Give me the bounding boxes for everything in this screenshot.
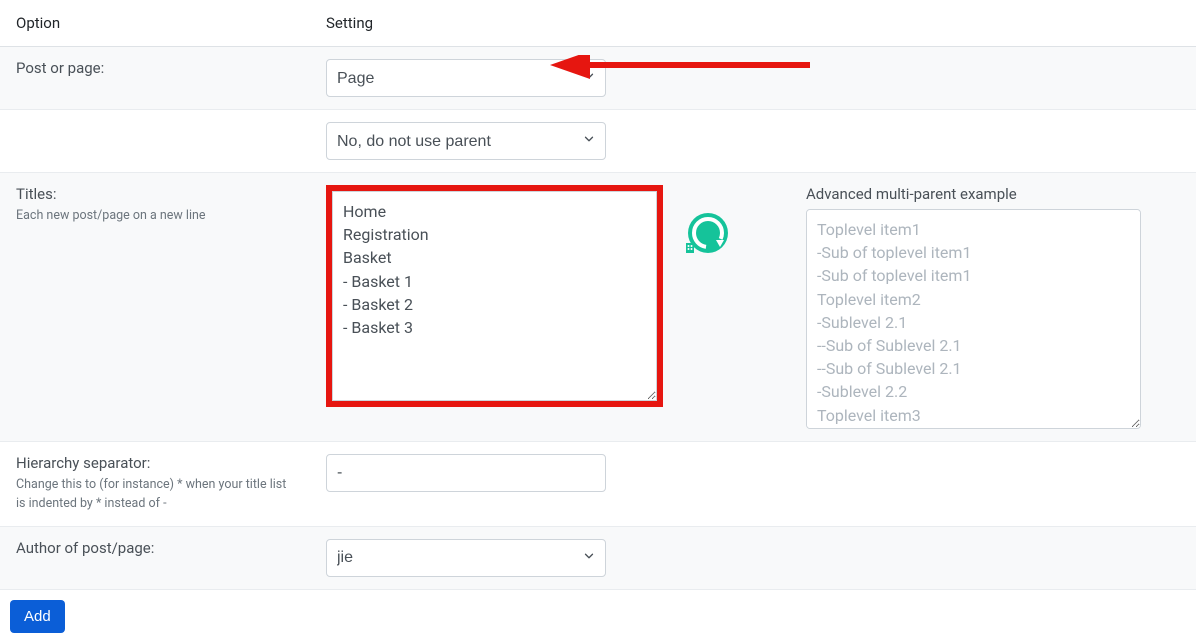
- row-parent-label-cell: [0, 110, 310, 173]
- hierarchy-help: Change this to (for instance) * when you…: [16, 476, 294, 514]
- post-or-page-label: Post or page:: [16, 59, 104, 77]
- hierarchy-input[interactable]: [326, 454, 606, 492]
- header-setting: Setting: [310, 0, 790, 47]
- row-hierarchy-extra: [790, 442, 1196, 527]
- example-textarea[interactable]: Toplevel item1 -Sub of toplevel item1 -S…: [806, 209, 1141, 429]
- author-label: Author of post/page:: [16, 539, 154, 557]
- titles-help: Each new post/page on a new line: [16, 207, 294, 226]
- table-header-row: Option Setting: [0, 0, 1196, 47]
- row-post-or-page-extra: [790, 47, 1196, 110]
- grammarly-icon[interactable]: [684, 211, 729, 256]
- header-spacer: [790, 0, 1196, 47]
- titles-label: Titles:: [16, 185, 56, 203]
- use-parent-select[interactable]: No, do not use parent: [326, 122, 606, 160]
- hierarchy-label: Hierarchy separator:: [16, 454, 150, 472]
- row-parent-extra: [790, 110, 1196, 173]
- header-option: Option: [0, 0, 310, 47]
- author-select[interactable]: jie: [326, 539, 606, 577]
- row-titles: Titles: Each new post/page on a new line: [0, 173, 1196, 442]
- titles-highlight-box: [326, 185, 663, 407]
- options-table: Option Setting Post or page: Page: [0, 0, 1196, 643]
- row-hierarchy: Hierarchy separator: Change this to (for…: [0, 442, 1196, 527]
- titles-textarea[interactable]: [332, 191, 657, 401]
- row-parent: No, do not use parent: [0, 110, 1196, 173]
- example-header: Advanced multi-parent example: [806, 185, 1180, 203]
- row-footer: Add: [0, 589, 1196, 643]
- row-author: Author of post/page: jie: [0, 526, 1196, 589]
- add-button[interactable]: Add: [10, 600, 65, 633]
- post-or-page-select[interactable]: Page: [326, 59, 606, 97]
- row-post-or-page: Post or page: Page: [0, 47, 1196, 110]
- row-author-extra: [790, 526, 1196, 589]
